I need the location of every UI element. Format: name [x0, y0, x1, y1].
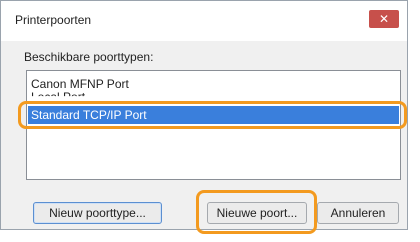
new-port-type-button[interactable]: Nieuw poorttype...: [33, 202, 162, 224]
port-types-label: Beschikbare poorttypen:: [24, 50, 154, 64]
list-item-standard-tcpip-port[interactable]: Standard TCP/IP Port: [28, 106, 399, 124]
close-icon: ✕: [378, 12, 390, 26]
window-title: Printerpoorten: [15, 13, 92, 27]
list-item-local-port[interactable]: Local Port: [31, 90, 85, 96]
port-types-listbox[interactable]: Canon MFNP Port Local Port Standard TCP/…: [26, 70, 401, 180]
list-item-canon-mfnp-port[interactable]: Canon MFNP Port: [31, 77, 129, 91]
title-bar: Printerpoorten ✕: [1, 1, 407, 41]
close-button[interactable]: ✕: [369, 10, 399, 28]
new-port-button[interactable]: Nieuwe poort...: [207, 202, 307, 224]
cancel-button[interactable]: Annuleren: [317, 202, 399, 224]
printer-ports-dialog: Printerpoorten ✕ Beschikbare poorttypen:…: [0, 0, 408, 230]
